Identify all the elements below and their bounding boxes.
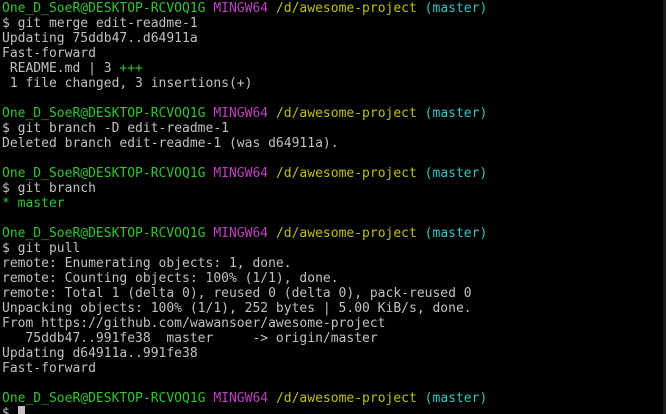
output-text: remote: Total 1 (delta 0), reused 0 (del… (2, 286, 472, 301)
output-text: Updating 75ddb47..d64911a (2, 31, 198, 46)
terminal-window[interactable]: One_D_SoeR@DESKTOP-RCVOQ1G MINGW64 /d/aw… (0, 0, 666, 414)
output-text: Fast-forward (2, 361, 96, 376)
command-line[interactable]: $ git merge edit-readme-1 (2, 16, 666, 31)
prompt-line: One_D_SoeR@DESKTOP-RCVOQ1G MINGW64 /d/aw… (2, 391, 666, 406)
text-cursor (17, 406, 25, 414)
prompt-line: One_D_SoeR@DESKTOP-RCVOQ1G MINGW64 /d/aw… (2, 166, 666, 181)
output-line: Updating d64911a..991fe38 (2, 346, 666, 361)
output-line: Updating 75ddb47..d64911a (2, 31, 666, 46)
prompt-path: /d/awesome-project (275, 106, 417, 121)
output-text: Deleted branch edit-readme-1 (was d64911… (2, 136, 339, 151)
output-line: Deleted branch edit-readme-1 (was d64911… (2, 136, 666, 151)
output-line: remote: Counting objects: 100% (1/1), do… (2, 271, 666, 286)
output-text: 75ddb47..991fe38 master -> origin/master (2, 331, 378, 346)
output-text: Fast-forward (2, 46, 96, 61)
diffstat-file: README.md | 3 (2, 61, 120, 76)
output-line: * master (2, 196, 666, 211)
command-text[interactable]: git branch -D edit-readme-1 (18, 121, 229, 136)
output-line: Unpacking objects: 100% (1/1), 252 bytes… (2, 301, 666, 316)
prompt-symbol: $ (2, 16, 10, 31)
output-text: Updating d64911a..991fe38 (2, 346, 198, 361)
prompt-env: MINGW64 (213, 391, 269, 406)
command-line[interactable]: $ git branch -D edit-readme-1 (2, 121, 666, 136)
diffstat-insertions: +++ (119, 61, 143, 76)
prompt-branch: (master) (424, 166, 488, 181)
output-line: 1 file changed, 3 insertions(+) (2, 76, 666, 91)
prompt-env: MINGW64 (213, 166, 269, 181)
prompt-env: MINGW64 (213, 106, 269, 121)
output-line: remote: Enumerating objects: 1, done. (2, 256, 666, 271)
prompt-user-host: One_D_SoeR@DESKTOP-RCVOQ1G (2, 106, 206, 121)
prompt-user-host: One_D_SoeR@DESKTOP-RCVOQ1G (2, 1, 206, 16)
prompt-symbol: $ (2, 181, 10, 196)
command-text[interactable]: git branch (18, 181, 96, 196)
prompt-branch: (master) (424, 391, 488, 406)
prompt-user-host: One_D_SoeR@DESKTOP-RCVOQ1G (2, 391, 206, 406)
output-line: 75ddb47..991fe38 master -> origin/master (2, 331, 666, 346)
output-text: remote: Counting objects: 100% (1/1), do… (2, 271, 339, 286)
prompt-path: /d/awesome-project (275, 391, 417, 406)
output-line: remote: Total 1 (delta 0), reused 0 (del… (2, 286, 666, 301)
output-line: Fast-forward (2, 46, 666, 61)
prompt-symbol: $ (2, 406, 10, 414)
current-branch: * master (2, 196, 65, 211)
output-text: 1 file changed, 3 insertions(+) (2, 76, 253, 91)
output-line: Fast-forward (2, 361, 666, 376)
output-line: README.md | 3 +++ (2, 61, 666, 76)
prompt-user-host: One_D_SoeR@DESKTOP-RCVOQ1G (2, 166, 206, 181)
output-text: Unpacking objects: 100% (1/1), 252 bytes… (2, 301, 472, 316)
prompt-branch: (master) (424, 226, 488, 241)
prompt-path: /d/awesome-project (275, 226, 417, 241)
prompt-line: One_D_SoeR@DESKTOP-RCVOQ1G MINGW64 /d/aw… (2, 106, 666, 121)
prompt-env: MINGW64 (213, 1, 269, 16)
command-text[interactable]: git merge edit-readme-1 (18, 16, 198, 31)
prompt-path: /d/awesome-project (275, 166, 417, 181)
prompt-user-host: One_D_SoeR@DESKTOP-RCVOQ1G (2, 226, 206, 241)
output-text: remote: Enumerating objects: 1, done. (2, 256, 292, 271)
prompt-line: One_D_SoeR@DESKTOP-RCVOQ1G MINGW64 /d/aw… (2, 226, 666, 241)
prompt-branch: (master) (424, 1, 488, 16)
prompt-path: /d/awesome-project (275, 1, 417, 16)
command-line[interactable]: $ git pull (2, 241, 666, 256)
command-text[interactable]: git pull (18, 241, 81, 256)
prompt-branch: (master) (424, 106, 488, 121)
command-line[interactable]: $ git branch (2, 181, 666, 196)
output-text: From https://github.com/wawansoer/awesom… (2, 316, 386, 331)
active-command-line[interactable]: $ (2, 406, 666, 414)
prompt-env: MINGW64 (213, 226, 269, 241)
output-line: From https://github.com/wawansoer/awesom… (2, 316, 666, 331)
prompt-symbol: $ (2, 241, 10, 256)
prompt-line: One_D_SoeR@DESKTOP-RCVOQ1G MINGW64 /d/aw… (2, 1, 666, 16)
prompt-symbol: $ (2, 121, 10, 136)
